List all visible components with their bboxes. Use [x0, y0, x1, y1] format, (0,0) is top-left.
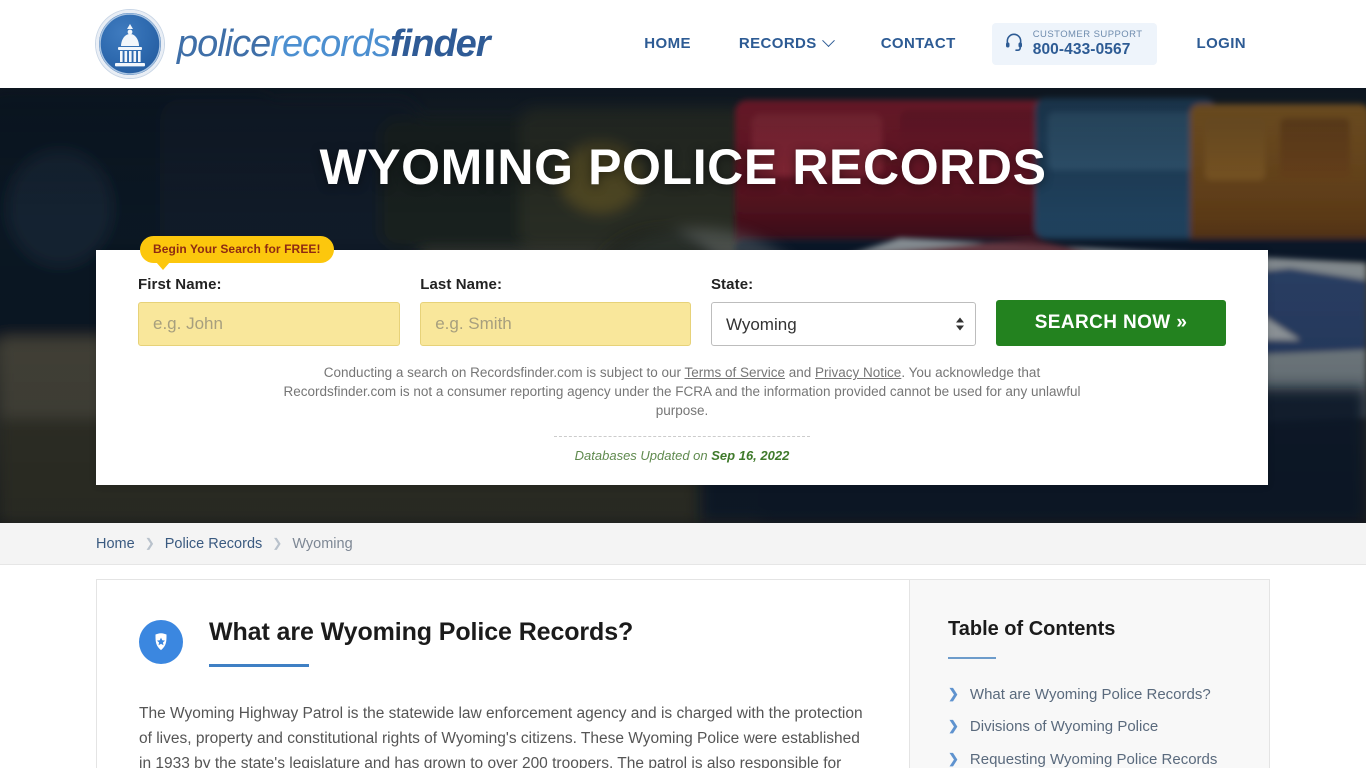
- last-name-label: Last Name:: [420, 276, 503, 293]
- search-now-button[interactable]: SEARCH NOW »: [996, 300, 1226, 346]
- first-name-label: First Name:: [138, 276, 222, 293]
- search-form-card: Begin Your Search for FREE! First Name: …: [96, 236, 1268, 486]
- disclaimer-conjunction: and: [785, 365, 816, 380]
- nav-item-records[interactable]: RECORDS: [715, 25, 857, 62]
- article-header: What are Wyoming Police Records?: [139, 618, 865, 667]
- databases-updated-date: Sep 16, 2022: [711, 448, 790, 464]
- state-select[interactable]: WyomingAlabamaAlaskaArizonaCaliforniaCol…: [710, 302, 976, 346]
- toc-item-link[interactable]: What are Wyoming Police Records?: [970, 685, 1211, 705]
- state-label: State:: [710, 276, 754, 293]
- divider: [554, 436, 810, 438]
- toc-title: Table of Contents: [948, 618, 1116, 640]
- article-paragraph: The Wyoming Highway Patrol is the statew…: [139, 705, 863, 768]
- page-title: WYOMING POLICE RECORDS: [319, 139, 1047, 195]
- nav-item-contact[interactable]: CONTACT: [857, 25, 980, 62]
- nav-item-home[interactable]: HOME: [620, 25, 715, 62]
- breadcrumb: Home ❯ Police Records ❯ Wyoming: [0, 523, 1366, 565]
- terms-of-service-link[interactable]: Terms of Service: [684, 365, 785, 380]
- toc-item-link[interactable]: Requesting Wyoming Police Records: [970, 750, 1217, 768]
- customer-support-button[interactable]: CUSTOMER SUPPORT 800-433-0567: [991, 23, 1157, 65]
- nav-item-login-label: LOGIN: [1196, 35, 1246, 53]
- brand-word-records: records: [270, 23, 391, 65]
- chevron-right-icon: ❯: [272, 535, 283, 550]
- toc-item[interactable]: ❯ Divisions of Wyoming Police: [948, 717, 1239, 737]
- toc-list: ❯ What are Wyoming Police Records? ❯ Divisi…: [948, 685, 1239, 768]
- search-form-row: First Name: Last Name: State: WyomingAla…: [138, 276, 1226, 346]
- nav-item-contact-label: CONTACT: [880, 35, 956, 53]
- chevron-right-icon: ❯: [144, 535, 155, 550]
- chevron-right-icon: ❯: [948, 686, 959, 701]
- site-header: policerecordsfinder HOME RECORDS CONTACT: [0, 0, 1366, 88]
- nav-item-records-label: RECORDS: [738, 35, 817, 53]
- article-heading: What are Wyoming Police Records?: [209, 618, 634, 646]
- toc-item[interactable]: ❯ Requesting Wyoming Police Records: [948, 750, 1239, 768]
- databases-updated-prefix: Databases Updated on: [574, 448, 712, 464]
- headset-icon: [1004, 31, 1024, 56]
- support-label: CUSTOMER SUPPORT: [1032, 29, 1143, 40]
- main-content: What are Wyoming Police Records? The Wyo…: [96, 579, 1270, 768]
- toc-item[interactable]: ❯ What are Wyoming Police Records?: [948, 685, 1239, 705]
- toc-underline: [948, 657, 996, 659]
- free-search-badge: Begin Your Search for FREE!: [140, 236, 334, 270]
- brand-wordmark: policerecordsfinder: [177, 23, 491, 65]
- main-navigation: HOME RECORDS CONTACT CUSTOMER SUPPORT 80…: [620, 23, 1270, 65]
- table-of-contents-panel: Table of Contents ❯ What are Wyoming Poli…: [910, 580, 1269, 768]
- last-name-input[interactable]: [420, 302, 691, 346]
- chevron-right-icon: ❯: [948, 718, 959, 734]
- hero-section: WYOMING POLICE RECORDS Begin Your Search…: [0, 88, 1366, 523]
- breadcrumb-item-home[interactable]: Home: [96, 536, 135, 552]
- toc-item-link[interactable]: Divisions of Wyoming Police: [970, 717, 1158, 737]
- brand-word-police: police: [177, 23, 271, 65]
- state-field-group: State: WyomingAlabamaAlaskaArizonaCalifo…: [710, 276, 976, 346]
- nav-item-login[interactable]: LOGIN: [1173, 25, 1271, 62]
- chevron-down-icon: [821, 34, 835, 48]
- support-phone-number: 800-433-0567: [1032, 40, 1131, 58]
- breadcrumb-item-police-records[interactable]: Police Records: [165, 536, 263, 552]
- last-name-field-group: Last Name:: [420, 276, 691, 346]
- brand-word-finder: finder: [390, 23, 491, 65]
- capitol-dome-icon: [96, 10, 164, 78]
- first-name-input[interactable]: [138, 302, 401, 346]
- breadcrumb-item-wyoming: Wyoming: [292, 535, 353, 552]
- search-disclaimer: Conducting a search on Recordsfinder.com…: [272, 363, 1092, 420]
- first-name-field-group: First Name:: [138, 276, 401, 346]
- article-panel: What are Wyoming Police Records? The Wyo…: [97, 580, 910, 768]
- brand-logo[interactable]: policerecordsfinder: [96, 10, 491, 78]
- disclaimer-text-1: Conducting a search on Recordsfinder.com…: [323, 365, 685, 380]
- police-badge-icon: [139, 620, 183, 664]
- nav-item-home-label: HOME: [644, 35, 691, 53]
- chevron-right-icon: ❯: [948, 750, 959, 766]
- databases-updated-note: Databases Updated on Sep 16, 2022: [138, 448, 1226, 463]
- privacy-notice-link[interactable]: Privacy Notice: [815, 365, 901, 380]
- heading-underline: [209, 664, 309, 667]
